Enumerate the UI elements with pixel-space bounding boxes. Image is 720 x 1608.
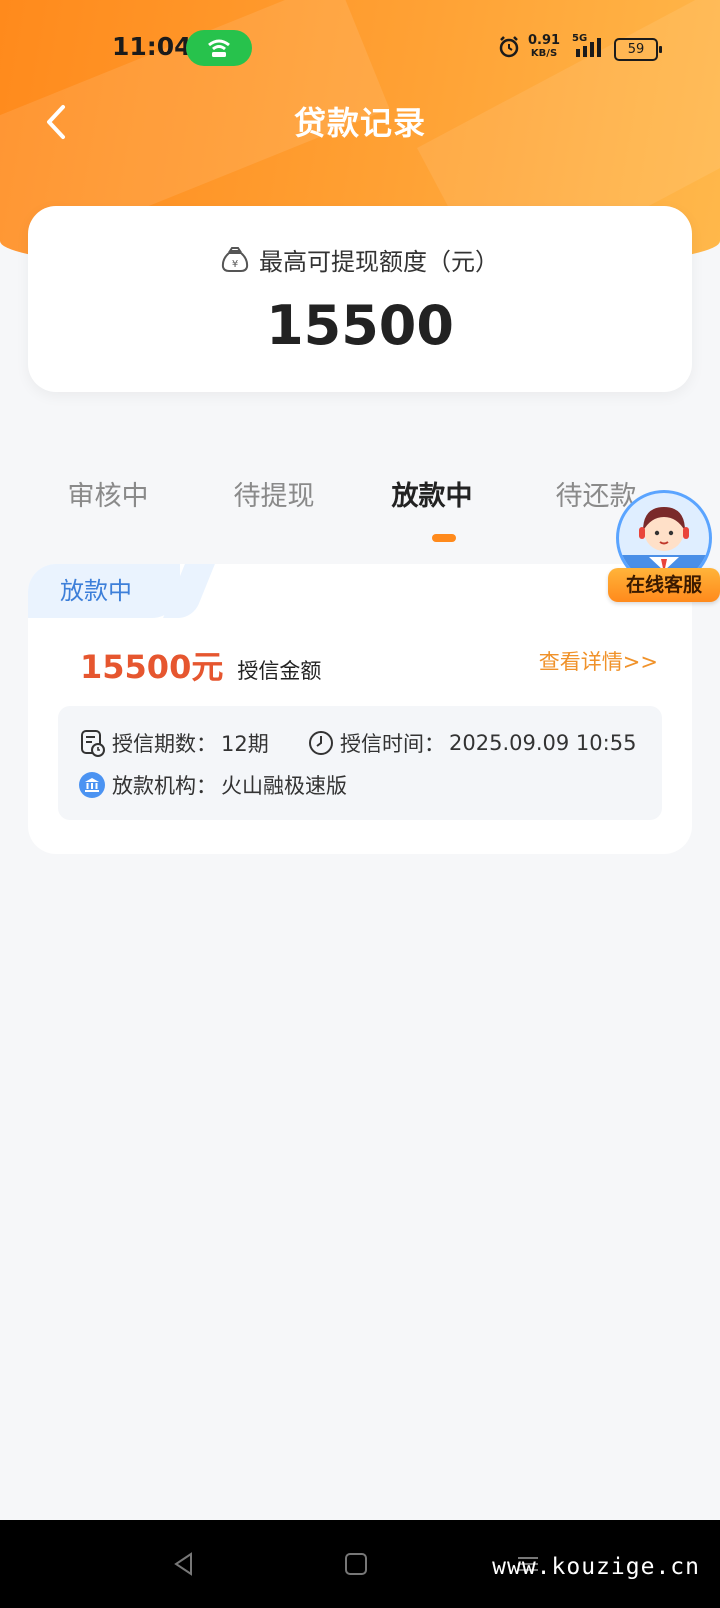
tab-pending-withdrawal[interactable]: 待提现 <box>194 474 354 513</box>
credit-period: 授信期数： 12期 <box>80 728 269 758</box>
triangle-back-icon <box>174 1552 192 1576</box>
net-speed-unit: KB/S <box>530 48 558 59</box>
institution-label: 放款机构： <box>112 774 217 798</box>
clock-icon <box>309 731 333 755</box>
quota-card: ¥ 最高可提现额度（元） 15500 <box>28 206 692 392</box>
alarm-icon <box>498 36 520 62</box>
document-clock-icon <box>81 730 105 757</box>
online-service-button[interactable]: 在线客服 <box>608 490 720 610</box>
status-time: 11:04 <box>112 32 192 61</box>
quota-label-row: ¥ 最高可提现额度（元） <box>28 242 692 277</box>
svg-text:¥: ¥ <box>232 259 238 270</box>
page-title: 贷款记录 <box>293 104 426 142</box>
credit-period-value: 12期 <box>221 732 269 756</box>
network-type: 5G <box>572 33 588 44</box>
net-speed: 0.91 KB/S <box>528 33 561 60</box>
nav-back-button[interactable] <box>162 1542 206 1586</box>
bank-icon <box>79 772 105 798</box>
status-badge: 放款中 <box>28 564 180 618</box>
hotspot-icon <box>186 30 252 66</box>
institution-value: 火山融极速版 <box>221 774 347 798</box>
credit-time: 授信时间： 2025.09.09 10:55 <box>308 728 636 758</box>
credit-time-label: 授信时间： <box>340 732 445 756</box>
battery-indicator: 59 <box>614 38 662 61</box>
credit-period-label: 授信期数： <box>112 732 217 756</box>
view-details-link[interactable]: 查看详情>> <box>539 646 658 676</box>
credit-amount-label: 授信金额 <box>237 659 322 683</box>
quota-label: 最高可提现额度（元） <box>259 248 499 276</box>
lending-institution: 放款机构： 火山融极速版 <box>78 770 347 800</box>
service-label: 在线客服 <box>608 568 720 602</box>
status-tabs: 审核中 待提现 放款中 待还款 <box>28 474 692 544</box>
tab-disbursing[interactable]: 放款中 <box>352 474 512 513</box>
tab-reviewing[interactable]: 审核中 <box>28 474 188 513</box>
loan-record-card[interactable]: 放款中 15500元 授信金额 查看详情>> 授信期数： 12期 授信时间： 2… <box>28 564 692 854</box>
net-speed-value: 0.91 <box>528 33 561 48</box>
watermark: www.kouzige.cn <box>492 1554 700 1580</box>
active-tab-indicator <box>432 534 456 542</box>
signal-icon: 5G <box>572 33 608 63</box>
nav-home-button[interactable] <box>334 1542 378 1586</box>
square-home-icon <box>345 1553 367 1575</box>
credit-time-value: 2025.09.09 10:55 <box>449 731 637 755</box>
money-bag-icon: ¥ <box>221 246 249 272</box>
credit-amount: 15500元 <box>80 648 224 686</box>
quota-value: 15500 <box>266 294 454 357</box>
record-info-box: 授信期数： 12期 授信时间： 2025.09.09 10:55 放款机构： 火… <box>58 706 662 820</box>
status-bar: 11:04 0.91 KB/S 5G 59 <box>0 0 720 96</box>
